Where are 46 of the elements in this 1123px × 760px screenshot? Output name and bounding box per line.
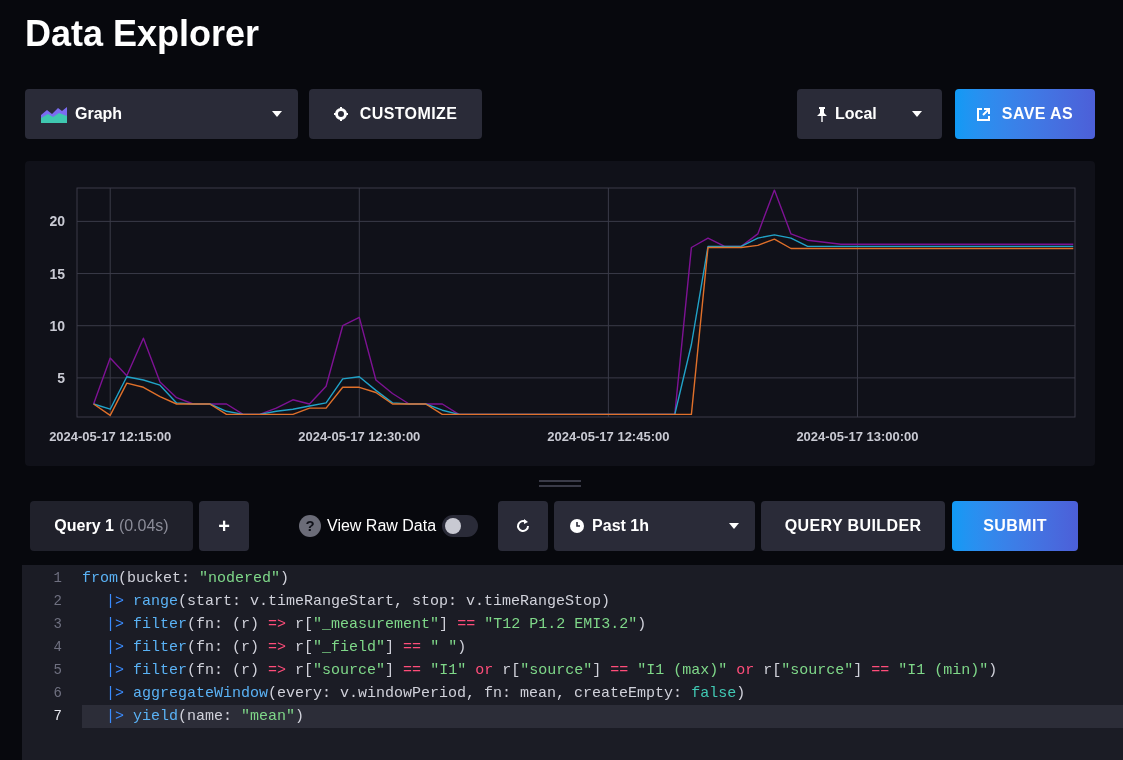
line-number: 4	[52, 638, 63, 657]
time-range-dropdown[interactable]: Past 1h	[554, 501, 756, 551]
timezone-dropdown[interactable]: Local	[797, 89, 942, 139]
line-number: 5	[52, 661, 63, 680]
customize-button[interactable]: CUSTOMIZE	[309, 89, 482, 139]
line-number: 7	[52, 707, 63, 726]
code-line: |> filter(fn: (r) => r["_measurement"] == "T12 P1.2 EMI3.2")	[105, 615, 648, 635]
y-tick-label: 5	[57, 369, 65, 386]
line-number: 2	[52, 592, 63, 611]
pin-icon	[817, 106, 827, 122]
y-tick-label: 20	[49, 213, 65, 230]
query-builder-button[interactable]: QUERY BUILDER	[761, 501, 946, 551]
view-raw-data-label: View Raw Data	[327, 516, 437, 536]
help-icon[interactable]: ?	[299, 515, 321, 537]
code-line: |> aggregateWindow(every: v.windowPeriod, fn: mean, createEmpty: false)	[105, 684, 747, 704]
caret-icon	[729, 523, 740, 529]
x-tick-label: 2024-05-17 12:30:00	[298, 429, 421, 444]
x-tick-label: 2024-05-17 12:15:00	[49, 429, 172, 444]
y-tick-label: 15	[49, 265, 65, 282]
refresh-icon	[516, 519, 531, 533]
code-line: |> range(start: v.timeRangeStart, stop: v.timeRangeStop)	[105, 592, 612, 612]
code-editor[interactable]	[22, 565, 1123, 760]
code-line: |> filter(fn: (r) => r["_field"] == " ")	[105, 638, 468, 658]
external-link-icon	[976, 107, 990, 121]
drag-handle-icon[interactable]	[539, 480, 581, 487]
page-title: Data Explorer	[25, 16, 261, 56]
caret-icon	[272, 111, 282, 117]
view-raw-data-toggle[interactable]	[442, 515, 479, 537]
line-number: 1	[52, 569, 63, 588]
code-line: from(bucket: "nodered")	[82, 569, 291, 589]
caret-icon	[912, 111, 922, 117]
save-as-button[interactable]: SAVE AS	[955, 89, 1095, 139]
visualization-dropdown[interactable]: Graph	[25, 89, 298, 139]
code-line: |> filter(fn: (r) => r["source"] == "I1" or r["source"] == "I1 (max)" or r["source"] == "I1 (min)")	[105, 661, 999, 681]
y-tick-label: 10	[49, 317, 65, 334]
x-tick-label: 2024-05-17 12:45:00	[547, 429, 670, 444]
clock-icon	[570, 519, 585, 533]
line-number: 3	[52, 615, 63, 634]
x-tick-label: 2024-05-17 13:00:00	[796, 429, 919, 444]
gear-icon	[333, 107, 348, 121]
line-number: 6	[52, 684, 63, 703]
add-query-button[interactable]: +	[199, 501, 249, 551]
graph-icon	[41, 105, 67, 123]
query-tab[interactable]: Query 1 (0.04s)	[30, 501, 193, 551]
submit-button[interactable]: SUBMIT	[952, 501, 1079, 551]
refresh-button[interactable]	[498, 501, 549, 551]
